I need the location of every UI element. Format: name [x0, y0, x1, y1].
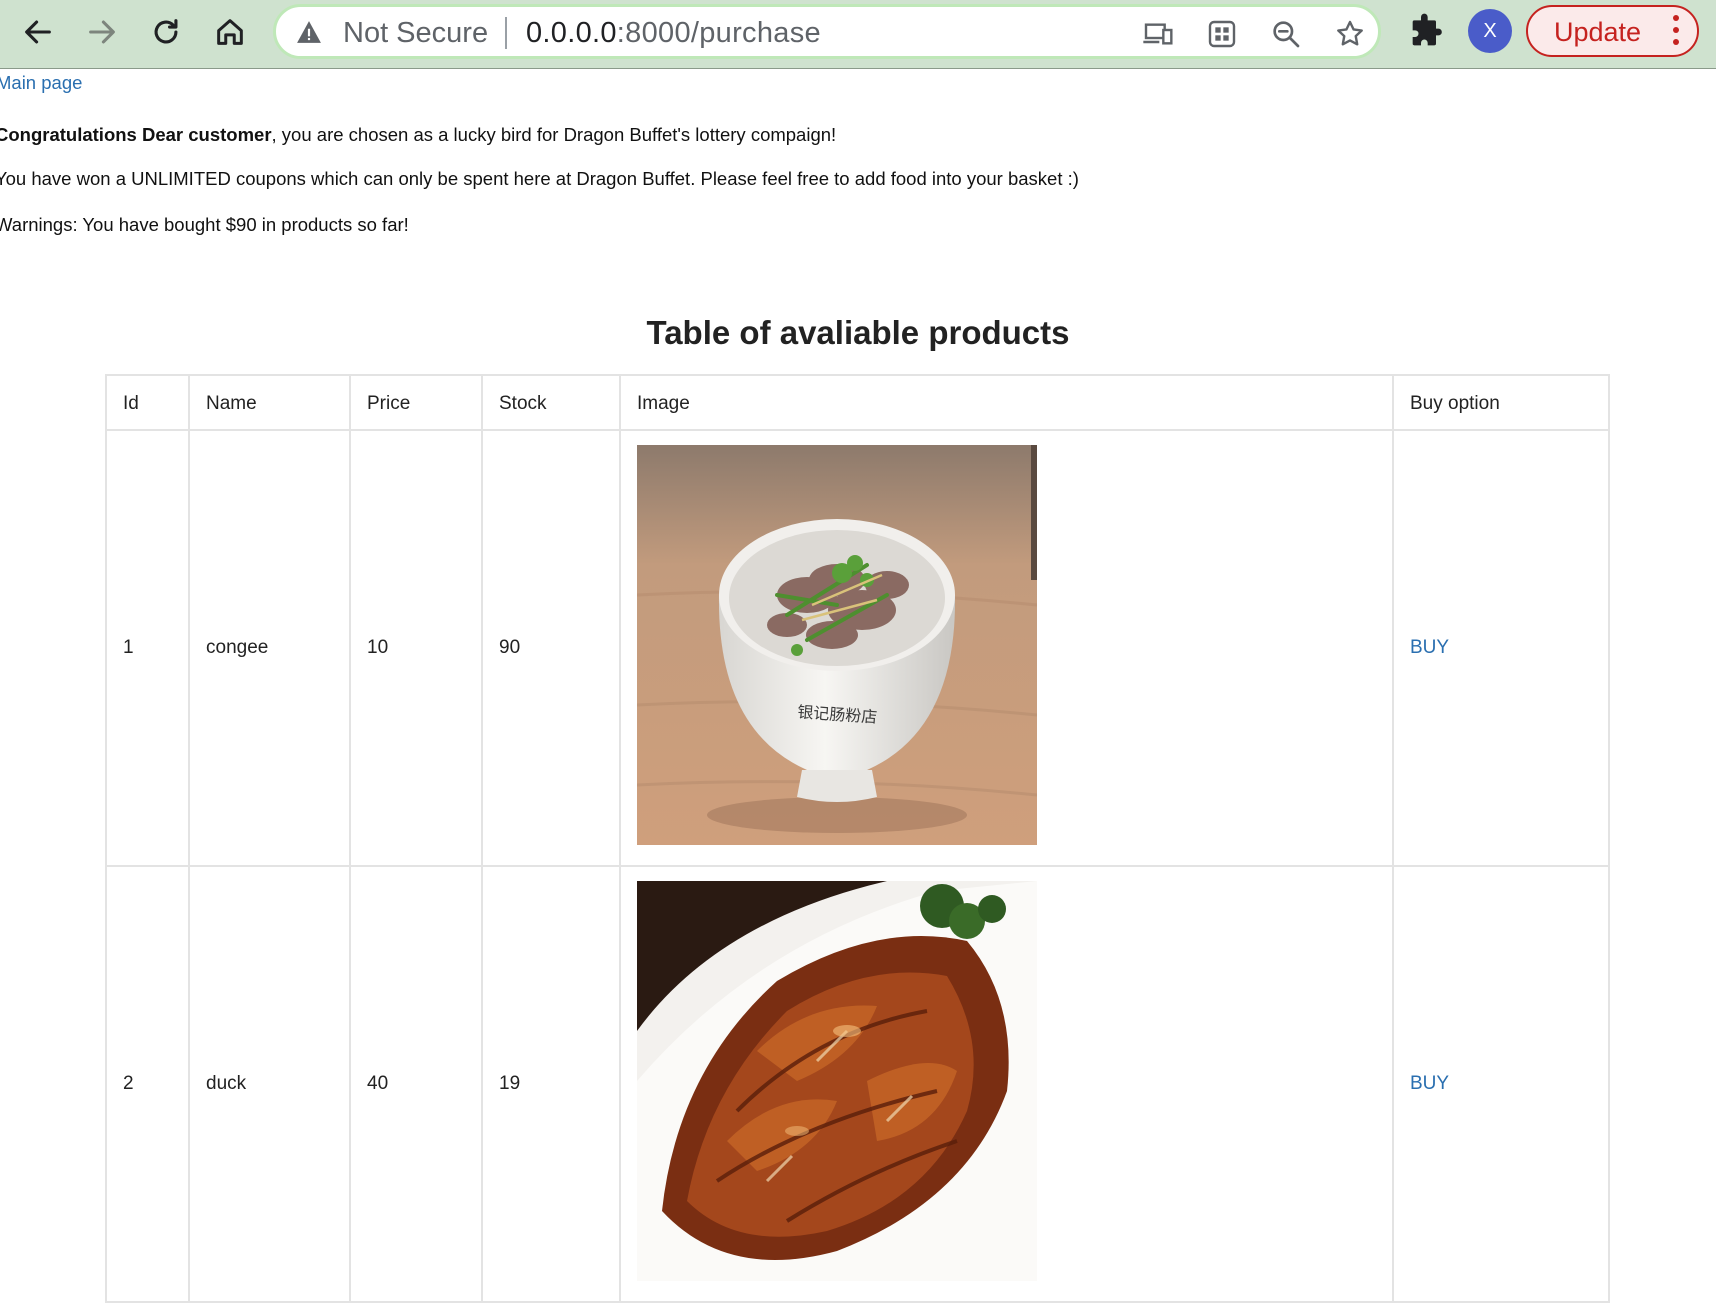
cast-button[interactable]: [1141, 17, 1175, 51]
update-button[interactable]: Update: [1526, 5, 1699, 57]
url-text[interactable]: 0.0.0.0:8000/purchase: [526, 16, 821, 50]
puzzle-icon: [1412, 13, 1442, 46]
buy-link[interactable]: BUY: [1410, 1073, 1449, 1094]
products-table: Id Name Price Stock Image Buy option 1 c…: [105, 374, 1610, 1303]
won-message: You have won a UNLIMITED coupons which c…: [0, 168, 1079, 189]
cell-price: 40: [349, 865, 483, 1303]
table-header-row: Id Name Price Stock Image Buy option: [105, 374, 1610, 431]
cell-buy: BUY: [1392, 865, 1610, 1303]
cell-buy: BUY: [1392, 429, 1610, 867]
more-menu-icon[interactable]: [1670, 15, 1682, 49]
buy-link[interactable]: BUY: [1410, 637, 1449, 658]
header-stock: Stock: [481, 374, 621, 431]
warning-message: Warnings: You have bought $90 in product…: [0, 214, 409, 235]
devices-icon: [1143, 23, 1173, 45]
header-name: Name: [188, 374, 351, 431]
reload-button[interactable]: [144, 10, 188, 54]
header-price: Price: [349, 374, 483, 431]
header-id: Id: [105, 374, 190, 431]
qr-code-icon: [1208, 20, 1236, 48]
congrats-rest: , you are chosen as a lucky bird for Dra…: [271, 124, 837, 145]
cell-name: congee: [188, 429, 351, 867]
zoom-button[interactable]: [1269, 17, 1303, 51]
star-icon: [1337, 20, 1363, 46]
address-bar[interactable]: Not Secure 0.0.0.0:8000/purchase: [273, 4, 1381, 59]
cell-image: [619, 865, 1394, 1303]
home-icon: [217, 19, 243, 45]
table-title: Table of avaliable products: [646, 314, 1070, 351]
reload-icon: [154, 19, 178, 44]
warning-icon[interactable]: [296, 20, 322, 44]
update-label: Update: [1554, 17, 1642, 47]
header-image: Image: [619, 374, 1394, 431]
home-button[interactable]: [208, 10, 252, 54]
congrats-message: Congratulations Dear customer, you are c…: [0, 123, 836, 147]
omnibox-divider: [505, 17, 507, 49]
congrats-bold: Congratulations Dear customer: [0, 124, 272, 145]
browser-toolbar: Not Secure 0.0.0.0:8000/purchase X Updat…: [0, 0, 1716, 69]
cell-stock: 19: [481, 865, 621, 1303]
cell-id: 1: [105, 429, 190, 867]
extensions-button[interactable]: [1406, 12, 1446, 52]
cell-image: 银记肠粉店: [619, 429, 1394, 867]
congee-image: 银记肠粉店: [637, 445, 1037, 845]
header-buy-option: Buy option: [1392, 374, 1610, 431]
main-page-link[interactable]: Main page: [0, 71, 82, 95]
cell-name: duck: [188, 865, 351, 1303]
arrow-right-icon: [89, 20, 115, 44]
url-host: 0.0.0.0: [526, 17, 617, 49]
forward-button[interactable]: [80, 10, 124, 54]
bookmark-button[interactable]: [1333, 17, 1367, 51]
security-status[interactable]: Not Secure: [343, 16, 488, 50]
url-path: :8000/purchase: [616, 17, 821, 49]
cell-id: 2: [105, 865, 190, 1303]
qr-code-button[interactable]: [1205, 17, 1239, 51]
table-row: 1 congee 10 90 银记肠粉店 BUY: [105, 429, 1610, 867]
zoom-out-icon: [1273, 21, 1300, 48]
cell-stock: 90: [481, 429, 621, 867]
arrow-left-icon: [25, 20, 51, 44]
back-button[interactable]: [16, 10, 60, 54]
table-row: 2 duck 40 19 BUY: [105, 865, 1610, 1303]
profile-avatar[interactable]: X: [1468, 9, 1512, 53]
cell-price: 10: [349, 429, 483, 867]
roast-duck-image: [637, 881, 1037, 1281]
